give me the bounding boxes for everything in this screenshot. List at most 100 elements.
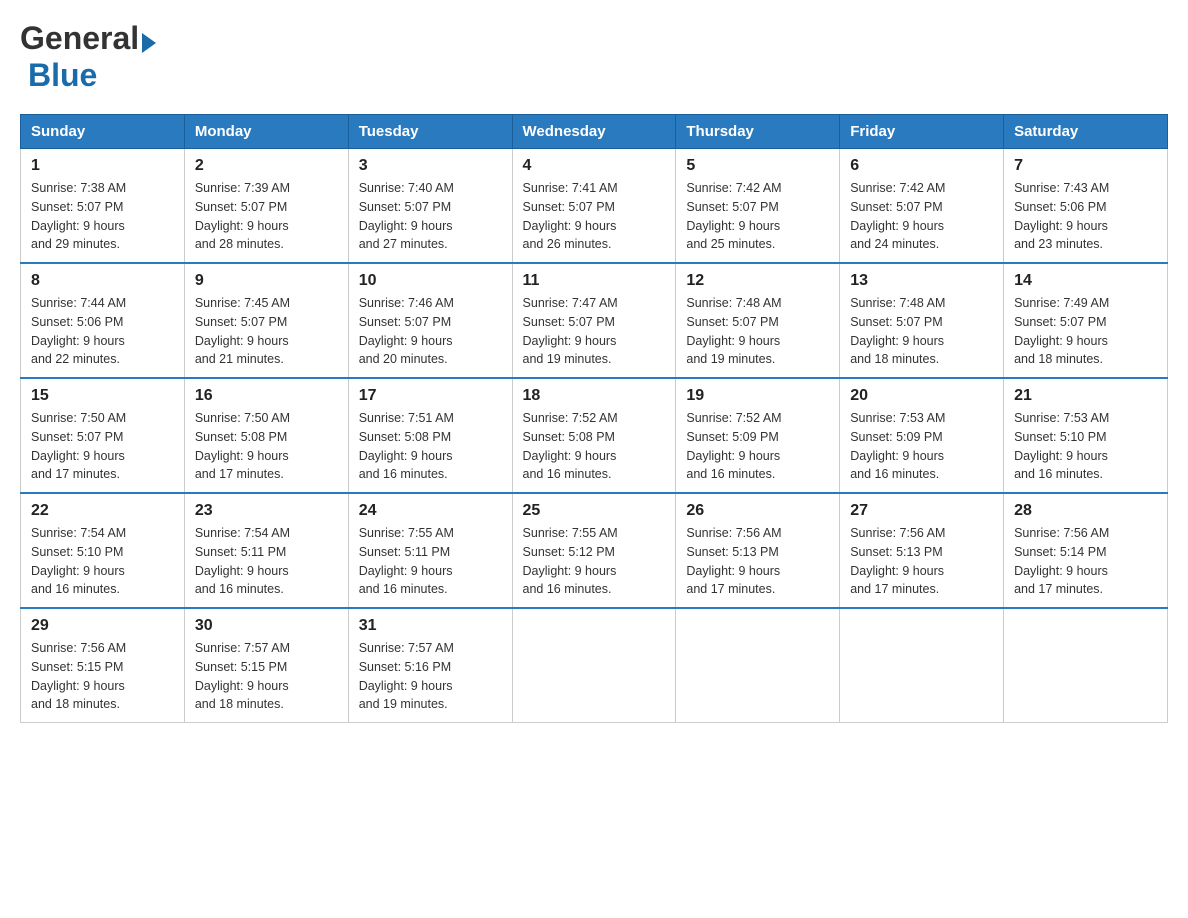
day-info: Sunrise: 7:55 AMSunset: 5:11 PMDaylight:… (359, 526, 454, 596)
day-number: 24 (359, 502, 502, 520)
calendar-cell: 8 Sunrise: 7:44 AMSunset: 5:06 PMDayligh… (21, 263, 185, 378)
day-info: Sunrise: 7:56 AMSunset: 5:15 PMDaylight:… (31, 641, 126, 711)
day-info: Sunrise: 7:56 AMSunset: 5:13 PMDaylight:… (850, 526, 945, 596)
calendar-cell: 1 Sunrise: 7:38 AMSunset: 5:07 PMDayligh… (21, 149, 185, 264)
day-number: 20 (850, 387, 993, 405)
day-number: 11 (523, 272, 666, 290)
calendar-cell (1004, 608, 1168, 723)
calendar-cell: 17 Sunrise: 7:51 AMSunset: 5:08 PMDaylig… (348, 378, 512, 493)
calendar-cell: 5 Sunrise: 7:42 AMSunset: 5:07 PMDayligh… (676, 149, 840, 264)
calendar-cell: 22 Sunrise: 7:54 AMSunset: 5:10 PMDaylig… (21, 493, 185, 608)
calendar-cell: 12 Sunrise: 7:48 AMSunset: 5:07 PMDaylig… (676, 263, 840, 378)
calendar-cell: 16 Sunrise: 7:50 AMSunset: 5:08 PMDaylig… (184, 378, 348, 493)
calendar-cell: 31 Sunrise: 7:57 AMSunset: 5:16 PMDaylig… (348, 608, 512, 723)
calendar-cell: 11 Sunrise: 7:47 AMSunset: 5:07 PMDaylig… (512, 263, 676, 378)
calendar-cell: 19 Sunrise: 7:52 AMSunset: 5:09 PMDaylig… (676, 378, 840, 493)
day-number: 14 (1014, 272, 1157, 290)
day-info: Sunrise: 7:57 AMSunset: 5:15 PMDaylight:… (195, 641, 290, 711)
day-number: 5 (686, 157, 829, 175)
day-number: 6 (850, 157, 993, 175)
calendar-week-row: 15 Sunrise: 7:50 AMSunset: 5:07 PMDaylig… (21, 378, 1168, 493)
day-info: Sunrise: 7:49 AMSunset: 5:07 PMDaylight:… (1014, 296, 1109, 366)
day-info: Sunrise: 7:46 AMSunset: 5:07 PMDaylight:… (359, 296, 454, 366)
calendar-week-row: 22 Sunrise: 7:54 AMSunset: 5:10 PMDaylig… (21, 493, 1168, 608)
calendar-cell: 7 Sunrise: 7:43 AMSunset: 5:06 PMDayligh… (1004, 149, 1168, 264)
calendar-cell: 20 Sunrise: 7:53 AMSunset: 5:09 PMDaylig… (840, 378, 1004, 493)
day-header-saturday: Saturday (1004, 115, 1168, 149)
day-info: Sunrise: 7:51 AMSunset: 5:08 PMDaylight:… (359, 411, 454, 481)
day-number: 29 (31, 617, 174, 635)
day-info: Sunrise: 7:55 AMSunset: 5:12 PMDaylight:… (523, 526, 618, 596)
day-number: 18 (523, 387, 666, 405)
day-number: 17 (359, 387, 502, 405)
day-info: Sunrise: 7:38 AMSunset: 5:07 PMDaylight:… (31, 181, 126, 251)
day-number: 31 (359, 617, 502, 635)
day-number: 27 (850, 502, 993, 520)
day-info: Sunrise: 7:40 AMSunset: 5:07 PMDaylight:… (359, 181, 454, 251)
day-info: Sunrise: 7:53 AMSunset: 5:09 PMDaylight:… (850, 411, 945, 481)
day-header-thursday: Thursday (676, 115, 840, 149)
day-info: Sunrise: 7:48 AMSunset: 5:07 PMDaylight:… (850, 296, 945, 366)
calendar-cell: 13 Sunrise: 7:48 AMSunset: 5:07 PMDaylig… (840, 263, 1004, 378)
calendar-cell: 30 Sunrise: 7:57 AMSunset: 5:15 PMDaylig… (184, 608, 348, 723)
day-number: 22 (31, 502, 174, 520)
day-header-monday: Monday (184, 115, 348, 149)
calendar-cell: 23 Sunrise: 7:54 AMSunset: 5:11 PMDaylig… (184, 493, 348, 608)
calendar-week-row: 1 Sunrise: 7:38 AMSunset: 5:07 PMDayligh… (21, 149, 1168, 264)
day-info: Sunrise: 7:45 AMSunset: 5:07 PMDaylight:… (195, 296, 290, 366)
day-info: Sunrise: 7:42 AMSunset: 5:07 PMDaylight:… (686, 181, 781, 251)
day-number: 25 (523, 502, 666, 520)
day-number: 3 (359, 157, 502, 175)
calendar-cell: 26 Sunrise: 7:56 AMSunset: 5:13 PMDaylig… (676, 493, 840, 608)
calendar-cell: 10 Sunrise: 7:46 AMSunset: 5:07 PMDaylig… (348, 263, 512, 378)
day-number: 1 (31, 157, 174, 175)
calendar-cell: 24 Sunrise: 7:55 AMSunset: 5:11 PMDaylig… (348, 493, 512, 608)
day-number: 7 (1014, 157, 1157, 175)
calendar-cell: 15 Sunrise: 7:50 AMSunset: 5:07 PMDaylig… (21, 378, 185, 493)
day-info: Sunrise: 7:52 AMSunset: 5:08 PMDaylight:… (523, 411, 618, 481)
day-header-friday: Friday (840, 115, 1004, 149)
day-info: Sunrise: 7:52 AMSunset: 5:09 PMDaylight:… (686, 411, 781, 481)
calendar-week-row: 29 Sunrise: 7:56 AMSunset: 5:15 PMDaylig… (21, 608, 1168, 723)
logo-triangle-icon (142, 33, 156, 53)
calendar-cell: 14 Sunrise: 7:49 AMSunset: 5:07 PMDaylig… (1004, 263, 1168, 378)
calendar-cell (512, 608, 676, 723)
day-number: 19 (686, 387, 829, 405)
day-number: 26 (686, 502, 829, 520)
day-info: Sunrise: 7:39 AMSunset: 5:07 PMDaylight:… (195, 181, 290, 251)
day-header-wednesday: Wednesday (512, 115, 676, 149)
calendar-cell: 29 Sunrise: 7:56 AMSunset: 5:15 PMDaylig… (21, 608, 185, 723)
day-number: 30 (195, 617, 338, 635)
day-header-tuesday: Tuesday (348, 115, 512, 149)
day-info: Sunrise: 7:41 AMSunset: 5:07 PMDaylight:… (523, 181, 618, 251)
calendar-cell: 6 Sunrise: 7:42 AMSunset: 5:07 PMDayligh… (840, 149, 1004, 264)
calendar-cell: 28 Sunrise: 7:56 AMSunset: 5:14 PMDaylig… (1004, 493, 1168, 608)
day-info: Sunrise: 7:48 AMSunset: 5:07 PMDaylight:… (686, 296, 781, 366)
day-info: Sunrise: 7:47 AMSunset: 5:07 PMDaylight:… (523, 296, 618, 366)
day-number: 16 (195, 387, 338, 405)
day-header-sunday: Sunday (21, 115, 185, 149)
day-info: Sunrise: 7:54 AMSunset: 5:10 PMDaylight:… (31, 526, 126, 596)
logo-general-text: General (20, 20, 139, 57)
day-number: 15 (31, 387, 174, 405)
calendar-cell: 18 Sunrise: 7:52 AMSunset: 5:08 PMDaylig… (512, 378, 676, 493)
day-number: 12 (686, 272, 829, 290)
logo-blue-text: Blue (28, 57, 97, 93)
day-info: Sunrise: 7:44 AMSunset: 5:06 PMDaylight:… (31, 296, 126, 366)
calendar-cell: 25 Sunrise: 7:55 AMSunset: 5:12 PMDaylig… (512, 493, 676, 608)
calendar-cell: 4 Sunrise: 7:41 AMSunset: 5:07 PMDayligh… (512, 149, 676, 264)
day-info: Sunrise: 7:56 AMSunset: 5:13 PMDaylight:… (686, 526, 781, 596)
page-header: General Blue (20, 20, 1168, 94)
day-info: Sunrise: 7:57 AMSunset: 5:16 PMDaylight:… (359, 641, 454, 711)
day-number: 23 (195, 502, 338, 520)
calendar-cell: 2 Sunrise: 7:39 AMSunset: 5:07 PMDayligh… (184, 149, 348, 264)
day-info: Sunrise: 7:53 AMSunset: 5:10 PMDaylight:… (1014, 411, 1109, 481)
day-number: 2 (195, 157, 338, 175)
day-info: Sunrise: 7:50 AMSunset: 5:07 PMDaylight:… (31, 411, 126, 481)
calendar-cell: 21 Sunrise: 7:53 AMSunset: 5:10 PMDaylig… (1004, 378, 1168, 493)
day-info: Sunrise: 7:42 AMSunset: 5:07 PMDaylight:… (850, 181, 945, 251)
day-info: Sunrise: 7:50 AMSunset: 5:08 PMDaylight:… (195, 411, 290, 481)
day-number: 21 (1014, 387, 1157, 405)
day-info: Sunrise: 7:43 AMSunset: 5:06 PMDaylight:… (1014, 181, 1109, 251)
day-number: 4 (523, 157, 666, 175)
